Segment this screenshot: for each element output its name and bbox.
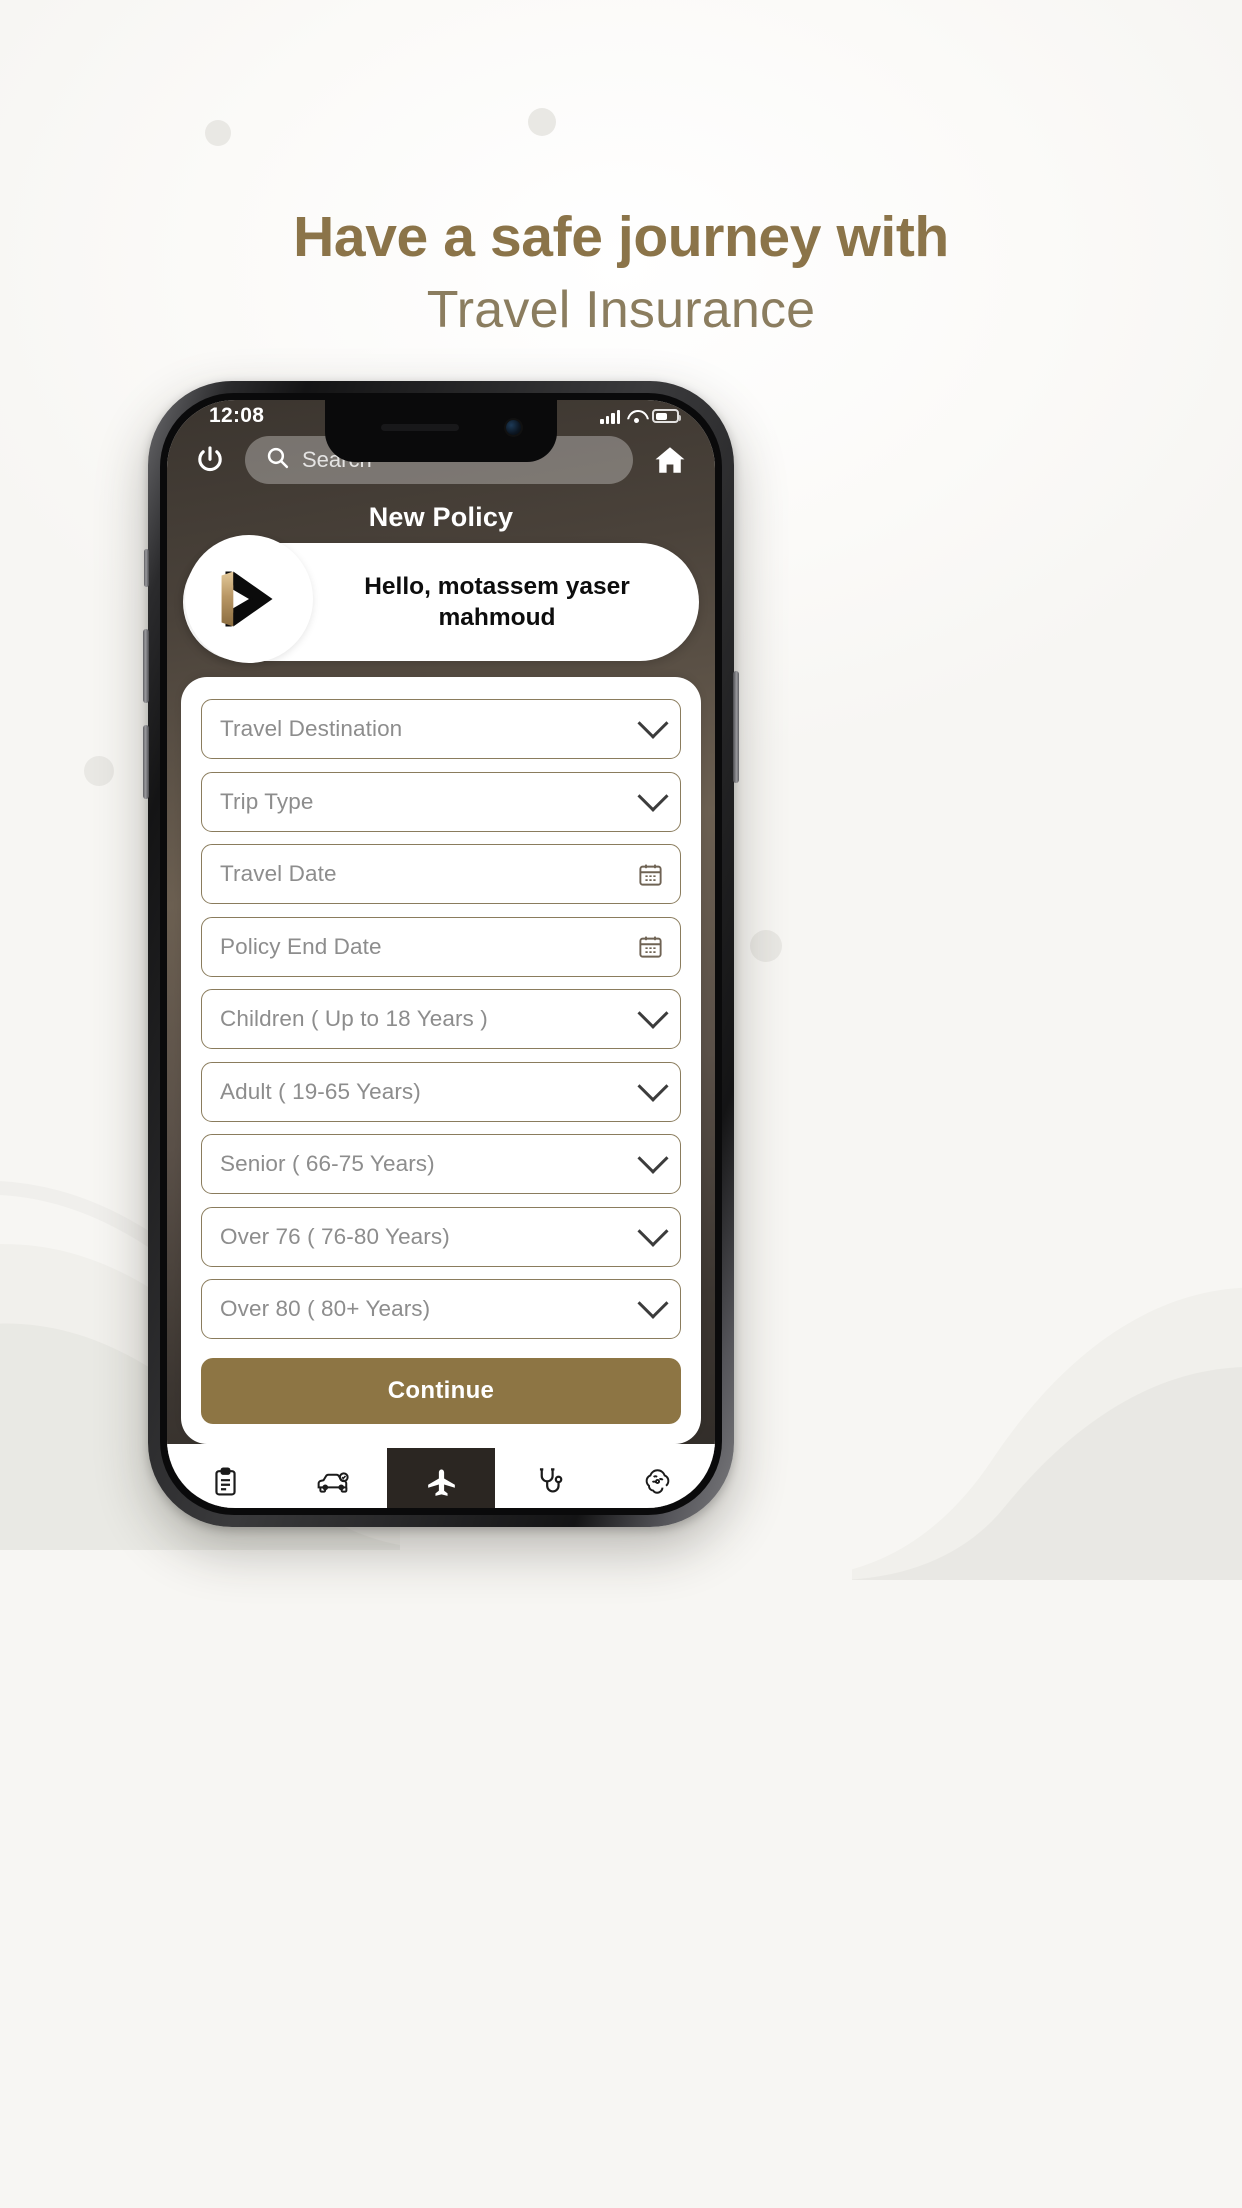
chevron-down-icon [637,707,669,739]
stethoscope-icon [534,1462,565,1502]
wifi-icon [627,409,645,423]
chevron-down-icon [637,997,669,1029]
field-label: Travel Date [220,861,337,886]
tab-policies[interactable]: Policies [171,1444,279,1509]
chevron-down-icon [637,1070,669,1102]
promo-headline-line1: Have a safe journey with [293,205,949,269]
brain-gear-icon [642,1462,673,1502]
greeting-section: Hello, motassem yaser mahmoud [167,535,715,663]
tab-medical[interactable]: Medical [495,1444,603,1509]
chevron-down-icon [637,1215,669,1247]
phone-volume-up-button[interactable] [143,629,149,703]
field-over-80[interactable]: Over 80 ( 80+ Years) [201,1279,681,1339]
field-senior[interactable]: Senior ( 66-75 Years) [201,1134,681,1194]
car-icon [316,1462,351,1502]
calendar-icon[interactable] [637,861,664,888]
greeting-text: Hello, motassem yaser mahmoud [364,572,630,631]
field-label: Over 76 ( 76-80 Years) [220,1223,450,1249]
tab-label: Medical [516,1508,581,1509]
phone-volume-down-button[interactable] [143,725,149,799]
app-root: 12:08 Search New Policy Hello, motassem … [167,400,715,1508]
tab-others[interactable]: Others [603,1444,711,1509]
status-icons [600,405,685,424]
signal-bars-icon [600,409,620,424]
field-travel-date[interactable]: Travel Date [201,844,681,904]
phone-mockup: 12:08 Search New Policy Hello, motassem … [143,381,739,1527]
tab-travel[interactable]: Travel [387,1447,495,1508]
field-label: Policy End Date [220,933,382,959]
calendar-icon[interactable] [637,933,664,960]
clipboard-icon [210,1462,241,1502]
chevron-down-icon [637,1287,669,1319]
home-icon[interactable] [651,443,689,477]
status-bar: 12:08 [167,400,715,428]
decorative-dot [528,108,556,136]
promo-headline-line2: Travel Insurance [426,280,816,339]
field-label: Trip Type [220,788,314,814]
field-label: Over 80 ( 80+ Years) [220,1296,431,1321]
decorative-dot [750,930,782,962]
tab-label: Policies [192,1508,257,1509]
field-label: Children ( Up to 18 Years ) [220,1006,488,1031]
tab-auto[interactable]: Auto [279,1444,387,1509]
phone-power-button[interactable] [733,671,739,783]
field-over-76[interactable]: Over 76 ( 76-80 Years) [201,1206,681,1267]
phone-bezel: 12:08 Search New Policy Hello, motassem … [160,393,722,1515]
field-trip-type[interactable]: Trip Type [201,771,681,832]
decorative-dot [84,756,114,786]
phone-screen: 12:08 Search New Policy Hello, motassem … [167,400,715,1508]
field-label: Travel Destination [220,716,403,741]
decorative-dot [205,120,231,146]
bottom-tab-bar: Policies Auto [167,1443,715,1509]
status-time: 12:08 [209,404,265,427]
continue-button[interactable]: Continue [201,1357,681,1424]
field-adult[interactable]: Adult ( 19-65 Years) [201,1061,681,1122]
power-icon[interactable] [193,443,227,477]
field-policy-end-date[interactable]: Policy End Date [201,916,681,977]
field-children[interactable]: Children ( Up to 18 Years ) [201,989,681,1049]
search-icon [265,445,290,475]
promo-headline: Have a safe journey with Travel Insuranc… [0,205,1242,344]
tab-label: Auto [313,1508,352,1509]
form-section: Travel Destination Trip Type Travel Date [167,661,715,1444]
greeting-card: Hello, motassem yaser mahmoud [183,535,699,663]
new-policy-form: Travel Destination Trip Type Travel Date [181,677,701,1444]
company-logo-icon [185,535,313,663]
battery-icon [652,409,681,423]
phone-mute-switch[interactable] [144,549,149,587]
field-label: Adult ( 19-65 Years) [220,1078,421,1104]
field-travel-destination[interactable]: Travel Destination [201,699,681,759]
chevron-down-icon [637,1142,669,1174]
chevron-down-icon [637,780,669,812]
tab-label: Others [628,1508,685,1509]
airplane-icon [425,1464,458,1504]
field-label: Senior ( 66-75 Years) [220,1151,435,1176]
